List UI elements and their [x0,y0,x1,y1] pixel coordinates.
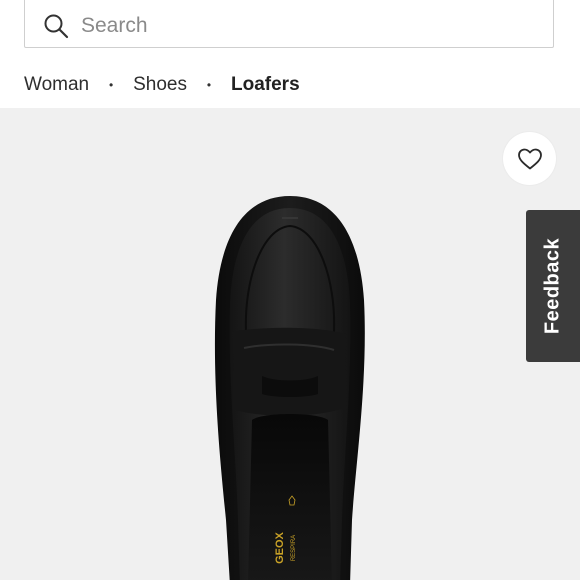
insole-brand-text: GEOX [274,531,286,563]
insole-sub-text: RESPIRA [291,535,297,561]
breadcrumb-link-shoes[interactable]: Shoes [133,74,187,96]
heart-outline-icon [517,148,542,169]
breadcrumb-separator: • [206,78,212,92]
product-image-area[interactable]: GEOX RESPIRA [0,108,580,580]
search-icon[interactable] [43,13,69,39]
breadcrumb-link-woman[interactable]: Woman [24,74,89,96]
feedback-tab[interactable]: Feedback [526,210,580,362]
breadcrumb-separator: • [109,78,114,92]
feedback-label: Feedback [541,237,564,335]
search-input[interactable] [79,9,523,43]
product-image-loafer[interactable]: GEOX RESPIRA [0,108,580,580]
breadcrumb-current-loafers: Loafers [231,74,300,95]
search-bar[interactable] [24,0,554,48]
breadcrumb: Woman • Shoes • Loafers [24,71,300,99]
wishlist-button[interactable] [503,132,556,185]
